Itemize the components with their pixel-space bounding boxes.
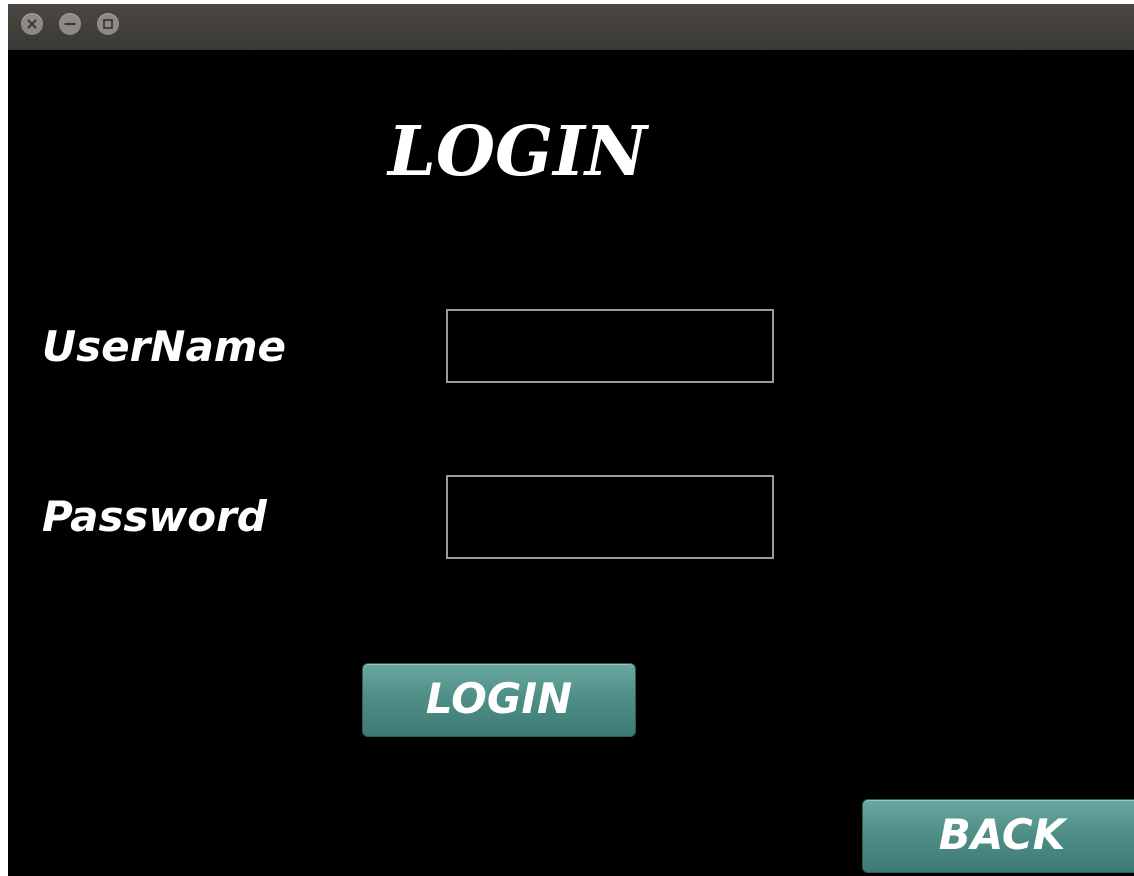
close-button[interactable] bbox=[21, 13, 43, 35]
title-bar bbox=[8, 4, 1134, 50]
login-button[interactable]: LOGIN bbox=[362, 663, 636, 737]
minimize-icon bbox=[64, 22, 76, 26]
username-label: UserName bbox=[42, 322, 287, 371]
username-input[interactable] bbox=[446, 309, 774, 383]
minimize-button[interactable] bbox=[59, 13, 81, 35]
close-icon bbox=[27, 19, 37, 29]
login-panel: LOGIN UserName Password LOGIN BACK bbox=[8, 50, 1134, 876]
login-window: LOGIN UserName Password LOGIN BACK bbox=[8, 4, 1134, 876]
page-title: LOGIN bbox=[388, 112, 648, 192]
maximize-icon bbox=[103, 19, 113, 29]
back-button[interactable]: BACK bbox=[862, 799, 1134, 873]
password-label: Password bbox=[42, 492, 267, 541]
maximize-button[interactable] bbox=[97, 13, 119, 35]
password-input[interactable] bbox=[446, 475, 774, 559]
